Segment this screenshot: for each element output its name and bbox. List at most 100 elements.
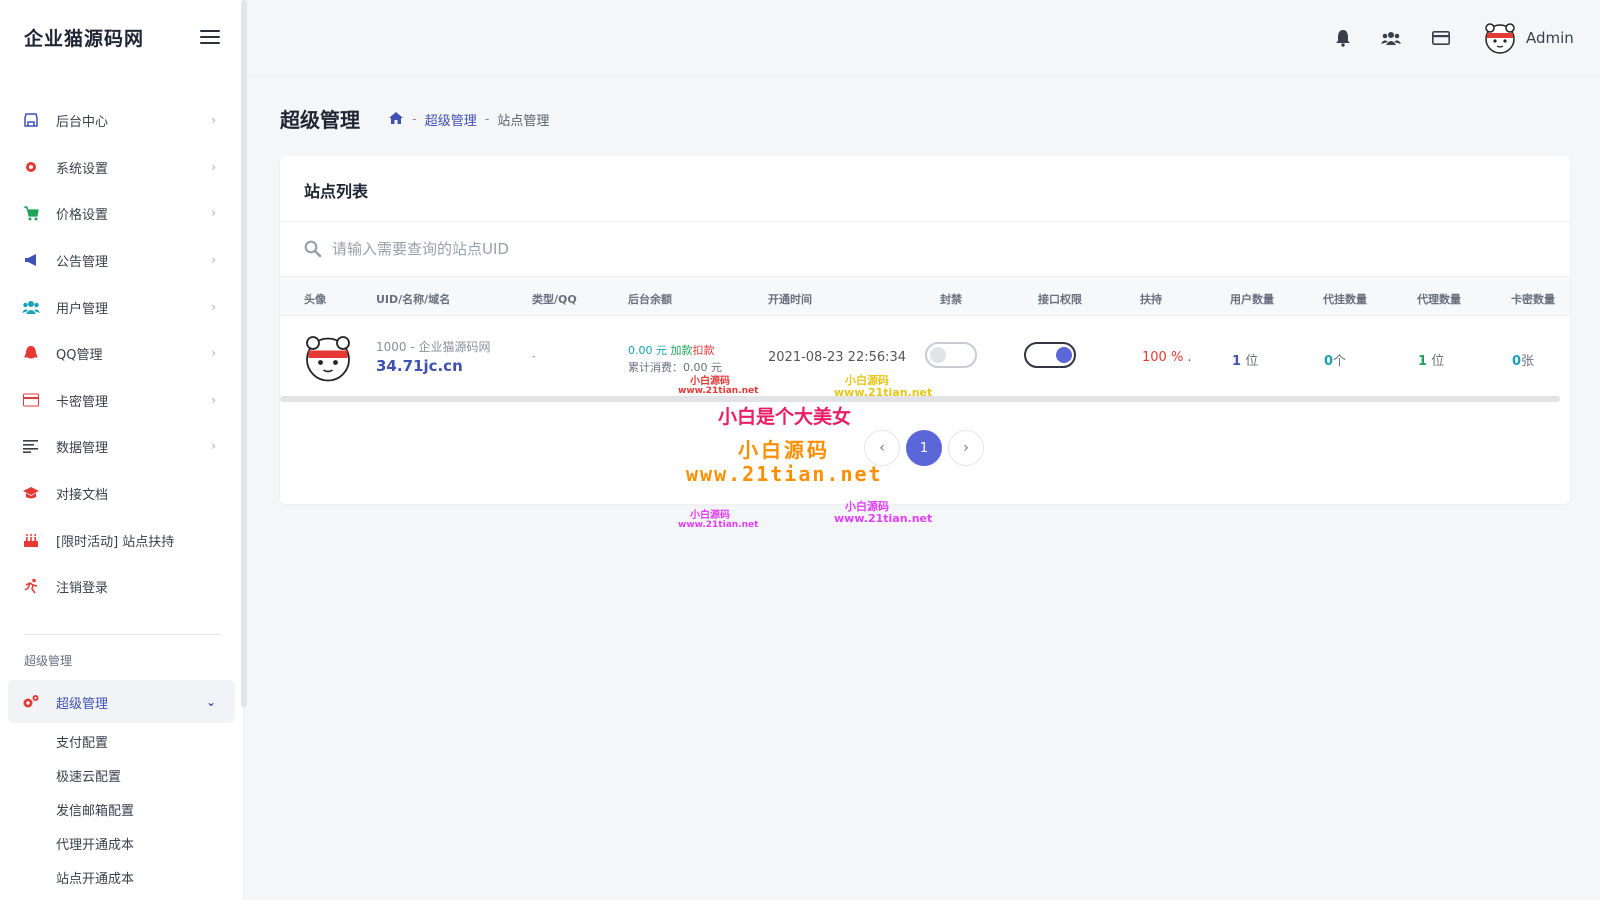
site-domain-link[interactable]: 34.71jc.cn (376, 357, 463, 375)
chevron-right-icon: › (211, 439, 216, 453)
sidebar-item-announcements[interactable]: 公告管理 › (22, 248, 222, 272)
site-uid-name: 1000 - 企业猫源码网 (376, 340, 491, 354)
chevron-right-icon: › (211, 113, 216, 127)
count-unit: 张 (1521, 354, 1535, 369)
bell-icon[interactable] (1332, 28, 1354, 48)
cake-icon (22, 531, 40, 549)
sidebar-item-logout[interactable]: 注销登录 (22, 574, 222, 598)
watermark-text: www.21tian.net (686, 462, 883, 486)
users-icon[interactable] (1380, 28, 1402, 48)
sidebar-item-label: 卡密管理 (56, 394, 109, 410)
sidebar-item-dashboard[interactable]: 后台中心 › (22, 108, 222, 132)
sidebar-item-label: 系统设置 (56, 161, 109, 177)
pagination-prev[interactable]: ‹ (864, 430, 900, 466)
site-type-qq: - (532, 352, 536, 362)
search-icon (304, 240, 322, 258)
api-permission-toggle[interactable] (1024, 342, 1076, 368)
column-header: 接口权限 (1038, 293, 1082, 306)
column-header: 用户数量 (1230, 293, 1274, 306)
site-avatar (304, 334, 352, 382)
pagination-next[interactable]: › (948, 430, 984, 466)
column-header: 卡密数量 (1511, 293, 1555, 306)
watermark-text: 小白是个大美女 (718, 406, 852, 428)
user-name[interactable]: Admin (1526, 29, 1574, 47)
count-unit: 个 (1333, 354, 1347, 369)
sidebar-scrollbar[interactable] (241, 0, 247, 707)
site-open-time: 2021-08-23 22:56:34 (768, 350, 907, 365)
sidebar-subitem-site-cost[interactable]: 站点开通成本 (56, 868, 134, 887)
brand-logo[interactable]: 企业猫源码网 (24, 24, 144, 51)
search-input[interactable] (332, 234, 1232, 264)
sidebar-item-site-support[interactable]: [限时活动] 站点扶持 (22, 528, 222, 552)
sidebar-item-api-docs[interactable]: 对接文档 (22, 481, 222, 505)
site-support-percent: 100 % . (1142, 350, 1192, 365)
card-icon (22, 391, 40, 409)
breadcrumb-current: 站点管理 (497, 114, 550, 129)
chevron-right-icon: › (211, 346, 216, 360)
user-avatar[interactable] (1484, 22, 1516, 54)
breadcrumb-separator: - (412, 112, 417, 127)
sidebar-item-data[interactable]: 数据管理 › (22, 434, 222, 458)
table-header (280, 276, 1570, 316)
site-balance: 0.00 元 加款扣款 (628, 342, 715, 358)
credit-card-icon[interactable] (1430, 28, 1452, 48)
watermark-text: www.21tian.net (834, 386, 933, 399)
watermark-text: 小白源码 (690, 376, 730, 387)
chevron-right-icon: › (211, 206, 216, 220)
sidebar-item-price-settings[interactable]: 价格设置 › (22, 201, 222, 225)
menu-toggle-icon[interactable] (200, 30, 220, 46)
balance-value: 0.00 元 (628, 344, 667, 357)
column-header: 类型/QQ (532, 293, 577, 306)
breadcrumb-separator: - (484, 112, 490, 127)
add-funds-link[interactable]: 加款 (671, 344, 693, 357)
card-title: 站点列表 (304, 182, 369, 201)
count-unit: 位 (1431, 354, 1445, 369)
gear-icon (22, 158, 40, 176)
sidebar-item-super-admin[interactable]: 超级管理 ⌄ (22, 690, 222, 714)
user-count: 1 位 (1232, 350, 1258, 369)
ban-toggle[interactable] (925, 342, 977, 368)
sidebar-section-label: 超级管理 (24, 654, 73, 668)
sidebar-item-label: 注销登录 (56, 580, 109, 596)
chevron-right-icon: › (211, 160, 216, 174)
card-key-count: 0张 (1512, 350, 1534, 369)
sidebar-item-system-settings[interactable]: 系统设置 › (22, 155, 222, 179)
sidebar-item-label: [限时活动] 站点扶持 (56, 534, 175, 550)
breadcrumb-item[interactable]: 超级管理 (425, 110, 477, 129)
gears-icon (22, 693, 40, 711)
chevron-right-icon: › (211, 393, 216, 407)
column-header: 开通时间 (768, 293, 812, 306)
sidebar-subitem-payment[interactable]: 支付配置 (56, 732, 108, 751)
sidebar-item-label: 用户管理 (56, 301, 109, 317)
sidebar-item-users[interactable]: 用户管理 › (22, 295, 222, 319)
count-value: 0 (1512, 354, 1522, 369)
run-icon (22, 577, 40, 595)
hang-count: 0个 (1324, 350, 1346, 369)
page-title: 超级管理 (280, 108, 360, 132)
sidebar-item-label: QQ管理 (56, 347, 103, 363)
sidebar-item-label: 公告管理 (56, 254, 109, 270)
pagination-page[interactable]: 1 (906, 430, 942, 466)
sidebar-item-qq[interactable]: QQ管理 › (22, 341, 222, 365)
column-header: 代理数量 (1417, 293, 1461, 306)
sidebar-subitem-mail[interactable]: 发信邮箱配置 (56, 800, 134, 819)
deduct-funds-link[interactable]: 扣款 (693, 344, 715, 357)
column-header: 头像 (304, 293, 326, 306)
count-value: 0 (1324, 354, 1334, 369)
chevron-right-icon: › (211, 300, 216, 314)
agent-count: 1 位 (1418, 350, 1444, 369)
column-header: UID/名称/域名 (376, 293, 451, 306)
sidebar-item-label: 后台中心 (56, 114, 109, 130)
watermark-text: 小白源码 (690, 510, 730, 521)
breadcrumb: - 超级管理 - 站点管理 (388, 110, 549, 129)
sidebar-subitem-agent-cost[interactable]: 代理开通成本 (56, 834, 134, 853)
count-value: 1 (1232, 354, 1242, 369)
column-header: 后台余额 (628, 293, 672, 306)
site-list-card: 站点列表 头像 UID/名称/域名 类型/QQ 后台余额 开通时间 封禁 接口权… (280, 156, 1570, 504)
users-icon (22, 298, 40, 316)
sidebar-subitem-cloud[interactable]: 极速云配置 (56, 766, 121, 785)
sidebar-item-card-keys[interactable]: 卡密管理 › (22, 388, 222, 412)
home-icon[interactable] (388, 111, 404, 129)
sidebar-item-label: 超级管理 (56, 696, 109, 712)
store-icon (22, 111, 40, 129)
